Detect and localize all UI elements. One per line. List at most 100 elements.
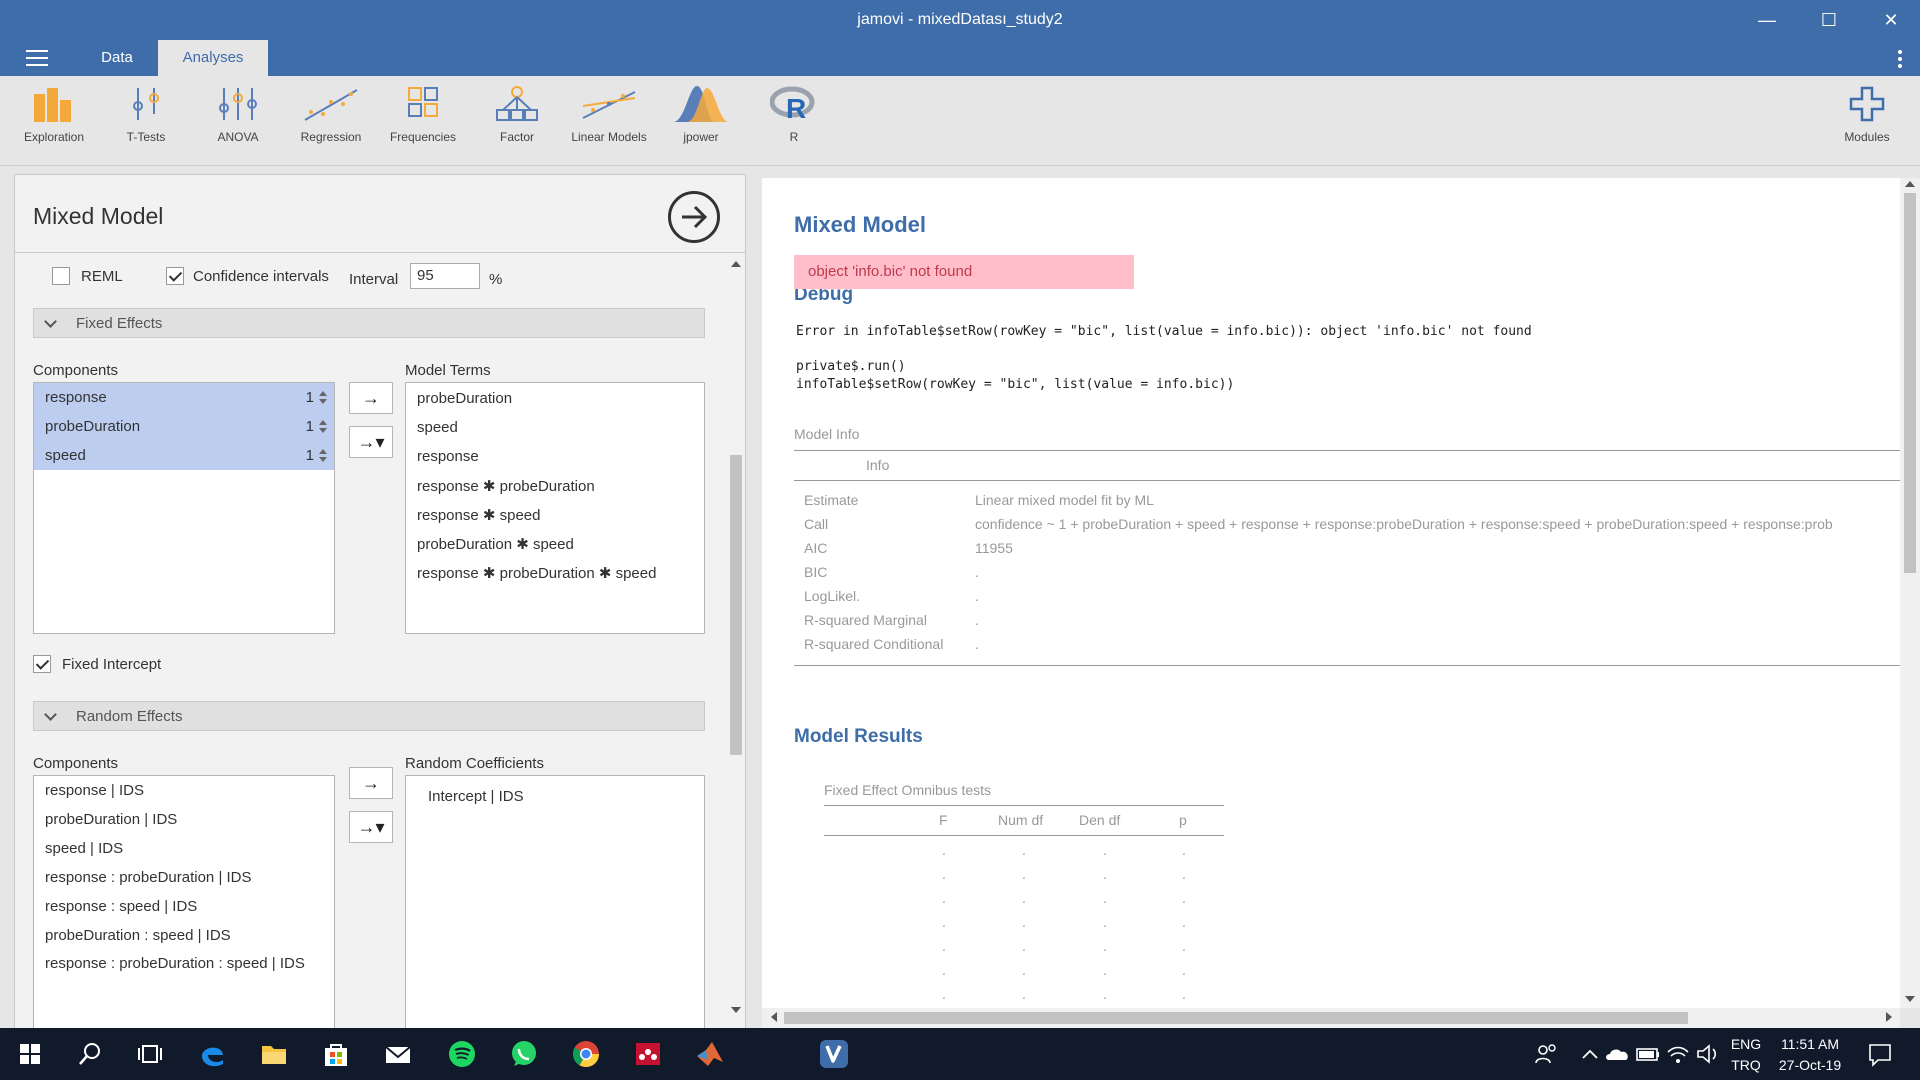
results-horizontal-scrollbar[interactable]: [762, 1008, 1900, 1028]
battery-icon[interactable]: [1632, 1038, 1664, 1070]
wifi-icon[interactable]: [1662, 1038, 1694, 1070]
random-effects-header[interactable]: Random Effects: [33, 701, 705, 731]
interval-label: Interval: [349, 271, 399, 288]
list-item[interactable]: response: [417, 448, 479, 465]
edge-browser-icon[interactable]: [196, 1038, 228, 1070]
tab-data[interactable]: Data: [82, 40, 152, 76]
close-options-button[interactable]: [668, 191, 720, 243]
tab-analyses[interactable]: Analyses: [158, 40, 268, 76]
scroll-thumb[interactable]: [1904, 193, 1916, 573]
ribbon-r[interactable]: R R: [749, 84, 839, 144]
component-name: probeDuration: [45, 418, 141, 435]
list-item[interactable]: speed: [417, 419, 458, 436]
mendeley-icon[interactable]: [632, 1038, 664, 1070]
list-item[interactable]: response : probeDuration : speed | IDS: [45, 955, 305, 972]
kebab-menu-icon[interactable]: [1898, 50, 1902, 71]
t-tests-icon: [133, 88, 159, 120]
fixed-components-list[interactable]: response 1 probeDuration 1 speed 1: [33, 382, 335, 634]
confidence-intervals-checkbox[interactable]: [166, 267, 184, 285]
clock-date[interactable]: 27-Oct-19: [1772, 1057, 1848, 1073]
ribbon-frequencies[interactable]: Frequencies: [378, 84, 468, 144]
random-components-label: Components: [33, 755, 119, 772]
random-coefficients-list[interactable]: Intercept | IDS: [405, 775, 705, 1028]
keyboard-layout-indicator[interactable]: TRQ: [1728, 1057, 1764, 1073]
list-item[interactable]: response ✱ probeDuration ✱ speed: [417, 564, 656, 582]
language-indicator[interactable]: ENG: [1728, 1036, 1764, 1052]
list-item[interactable]: probeDuration 1: [34, 412, 334, 441]
info-row-value: .: [975, 612, 979, 628]
count-stepper[interactable]: [319, 391, 327, 404]
scroll-down-icon[interactable]: [1905, 996, 1915, 1002]
list-item[interactable]: response ✱ speed: [417, 506, 540, 524]
list-item[interactable]: probeDuration | IDS: [45, 811, 177, 828]
omnibus-col-p: p: [1179, 812, 1187, 828]
results-vertical-scrollbar[interactable]: [1900, 178, 1920, 1008]
task-view-icon[interactable]: [134, 1038, 166, 1070]
scroll-thumb[interactable]: [784, 1012, 1688, 1024]
list-item[interactable]: probeDuration : speed | IDS: [45, 927, 231, 944]
ribbon-regression[interactable]: Regression: [286, 84, 376, 144]
interval-input[interactable]: 95: [410, 263, 480, 289]
add-random-term-button[interactable]: →: [349, 767, 393, 799]
add-term-button[interactable]: →: [349, 382, 393, 414]
chrome-icon[interactable]: [570, 1038, 602, 1070]
hamburger-menu-icon[interactable]: [26, 50, 48, 66]
table-rule: [824, 805, 1224, 806]
list-item[interactable]: speed | IDS: [45, 840, 123, 857]
count-stepper[interactable]: [319, 449, 327, 462]
scroll-thumb[interactable]: [730, 455, 742, 755]
file-explorer-icon[interactable]: [258, 1038, 290, 1070]
fixed-effects-header[interactable]: Fixed Effects: [33, 308, 705, 338]
omnibus-cell: .: [1182, 914, 1186, 930]
random-components-list[interactable]: response | IDS probeDuration | IDS speed…: [33, 775, 335, 1028]
close-button[interactable]: ✕: [1868, 6, 1914, 34]
list-item[interactable]: response | IDS: [45, 782, 144, 799]
spotify-icon[interactable]: [446, 1038, 478, 1070]
fixed-intercept-checkbox[interactable]: [33, 655, 51, 673]
model-terms-label: Model Terms: [405, 362, 491, 379]
chevron-down-icon: [44, 708, 57, 721]
scroll-up-icon[interactable]: [1905, 181, 1915, 187]
list-item[interactable]: probeDuration: [417, 390, 512, 407]
minimize-button[interactable]: —: [1744, 6, 1790, 34]
jamovi-taskbar-icon[interactable]: [818, 1038, 850, 1070]
ribbon-exploration[interactable]: Exploration: [9, 84, 99, 144]
add-interaction-button[interactable]: →▾: [349, 426, 393, 458]
list-item[interactable]: speed 1: [34, 441, 334, 470]
scroll-down-icon[interactable]: [731, 1007, 741, 1013]
volume-icon[interactable]: [1692, 1038, 1724, 1070]
model-terms-list[interactable]: probeDuration speed response response ✱ …: [405, 382, 705, 634]
list-item[interactable]: response : speed | IDS: [45, 898, 197, 915]
clock-time[interactable]: 11:51 AM: [1772, 1036, 1848, 1052]
ribbon-anova[interactable]: ANOVA: [193, 84, 283, 144]
scroll-left-icon[interactable]: [771, 1012, 777, 1022]
list-item[interactable]: Intercept | IDS: [428, 788, 524, 805]
people-icon[interactable]: [1530, 1038, 1562, 1070]
onedrive-icon[interactable]: [1602, 1038, 1634, 1070]
ribbon-t-tests[interactable]: T-Tests: [101, 84, 191, 144]
ribbon-modules[interactable]: Modules: [1822, 84, 1912, 144]
options-scrollbar[interactable]: [727, 255, 743, 1028]
omnibus-cell: .: [1022, 842, 1026, 858]
maximize-button[interactable]: ☐: [1806, 6, 1852, 34]
reml-checkbox[interactable]: [52, 267, 70, 285]
matlab-icon[interactable]: [694, 1038, 726, 1070]
count-stepper[interactable]: [319, 420, 327, 433]
store-icon[interactable]: [320, 1038, 352, 1070]
info-row-value: confidence ~ 1 + probeDuration + speed +…: [975, 516, 1833, 532]
ribbon-jpower[interactable]: jpower: [656, 84, 746, 144]
scroll-up-icon[interactable]: [731, 261, 741, 267]
notifications-icon[interactable]: [1864, 1038, 1896, 1070]
add-random-interaction-button[interactable]: →▾: [349, 811, 393, 843]
list-item[interactable]: response : probeDuration | IDS: [45, 869, 252, 886]
ribbon-factor[interactable]: Factor: [472, 84, 562, 144]
search-icon[interactable]: [74, 1038, 106, 1070]
list-item[interactable]: probeDuration ✱ speed: [417, 535, 574, 553]
mail-icon[interactable]: [382, 1038, 414, 1070]
list-item[interactable]: response 1: [34, 383, 334, 412]
list-item[interactable]: response ✱ probeDuration: [417, 477, 595, 495]
whatsapp-icon[interactable]: [508, 1038, 540, 1070]
ribbon-linear-models[interactable]: Linear Models: [564, 84, 654, 144]
windows-start-icon[interactable]: [14, 1038, 46, 1070]
scroll-right-icon[interactable]: [1886, 1012, 1892, 1022]
